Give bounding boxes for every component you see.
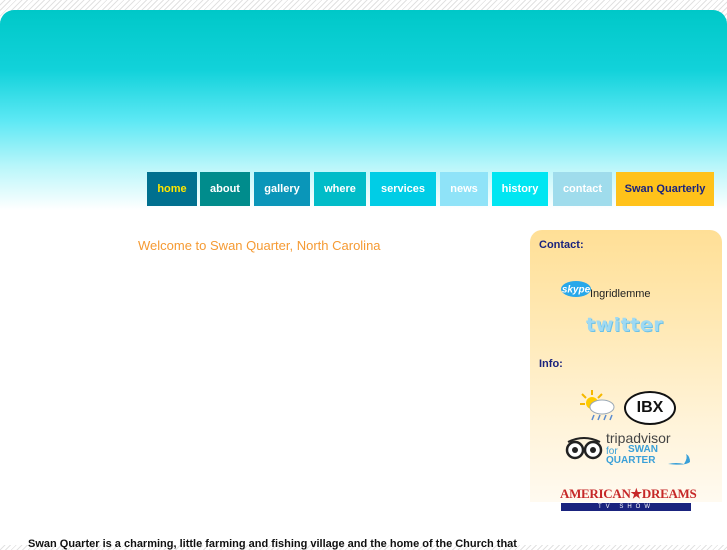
- american-dreams-logo[interactable]: AMERICAN★DREAMS TV SHOW: [560, 486, 697, 516]
- nav-home[interactable]: home: [147, 172, 197, 206]
- skype-username[interactable]: Ingridlemme: [590, 288, 651, 300]
- american-dreams-title: AMERICAN★DREAMS: [560, 486, 697, 501]
- info-heading: Info:: [539, 358, 563, 370]
- weather-icon[interactable]: [578, 388, 618, 422]
- nav-where[interactable]: where: [314, 172, 366, 206]
- tripadvisor-logo[interactable]: tripadvisor for SWAN QUARTER: [564, 430, 694, 468]
- sidebar-panel: Contact: skype Ingridlemme twitter Info:…: [530, 230, 722, 511]
- contact-heading: Contact:: [539, 239, 584, 251]
- nav-contact[interactable]: contact: [553, 172, 612, 206]
- nav-news[interactable]: news: [440, 172, 488, 206]
- main-content: Welcome to Swan Quarter, North Carolina …: [0, 210, 727, 550]
- ibx-logo[interactable]: IBX: [624, 391, 676, 425]
- intro-paragraph: Swan Quarter is a charming, little farmi…: [28, 538, 517, 550]
- twitter-logo[interactable]: twitter: [586, 314, 663, 336]
- nav-about[interactable]: about: [200, 172, 250, 206]
- welcome-heading: Welcome to Swan Quarter, North Carolina: [138, 238, 381, 253]
- skype-icon: skype: [561, 281, 591, 297]
- nav-history[interactable]: history: [492, 172, 548, 206]
- swan-icon: [668, 454, 690, 465]
- tripadvisor-swan: SWAN: [628, 444, 658, 455]
- nav-services[interactable]: services: [370, 172, 436, 206]
- american-dreams-tagline: TV SHOW: [561, 503, 691, 511]
- nav-swan-quarterly[interactable]: Swan Quarterly: [616, 172, 714, 206]
- skype-logo-text: skype: [562, 285, 591, 296]
- tripadvisor-quarter: QUARTER: [606, 455, 656, 466]
- owl-icon: [565, 437, 603, 460]
- header-banner: home about gallery where services news h…: [0, 10, 727, 210]
- nav-gallery[interactable]: gallery: [254, 172, 310, 206]
